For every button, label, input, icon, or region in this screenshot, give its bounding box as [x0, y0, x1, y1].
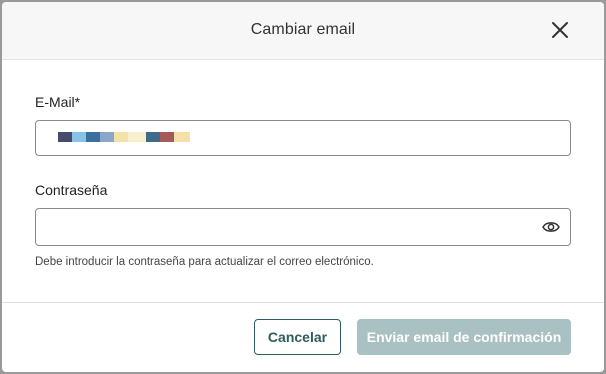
email-field[interactable]	[35, 120, 571, 156]
send-confirmation-email-button[interactable]: Enviar email de confirmación	[357, 319, 571, 355]
dialog-header: Cambiar email	[2, 2, 604, 60]
email-value-redacted	[58, 132, 198, 142]
cancel-button[interactable]: Cancelar	[254, 319, 341, 355]
email-label: E-Mail*	[35, 94, 81, 110]
eye-icon[interactable]	[542, 220, 560, 234]
password-field[interactable]	[35, 208, 571, 246]
footer-divider	[2, 302, 604, 303]
password-input[interactable]	[36, 209, 570, 245]
password-label: Contraseña	[35, 182, 108, 198]
change-email-dialog: Cambiar email E-Mail* Contraseña Debe in…	[2, 2, 604, 372]
dialog-title: Cambiar email	[250, 21, 356, 38]
password-hint: Debe introducir la contraseña para actua…	[35, 256, 374, 268]
close-icon[interactable]	[550, 20, 570, 40]
